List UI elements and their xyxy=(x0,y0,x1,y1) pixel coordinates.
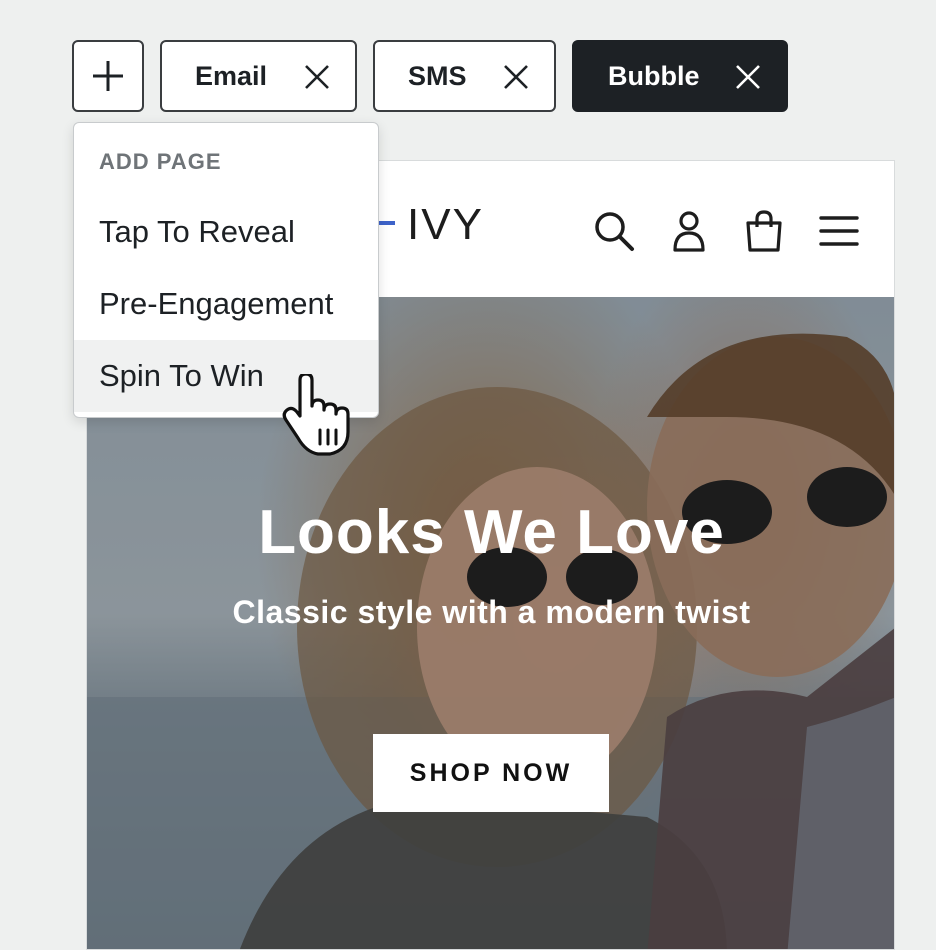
tab-email[interactable]: Email xyxy=(160,40,357,112)
search-icon[interactable] xyxy=(592,209,636,253)
hero-title: Looks We Love xyxy=(258,498,725,567)
tab-bubble[interactable]: Bubble xyxy=(572,40,788,112)
tab-email-label: Email xyxy=(195,60,268,91)
close-icon[interactable] xyxy=(304,64,330,90)
cart-icon[interactable] xyxy=(742,209,786,253)
shop-now-button[interactable]: SHOP NOW xyxy=(373,734,609,812)
menu-icon[interactable] xyxy=(817,209,861,253)
account-icon[interactable] xyxy=(667,209,711,253)
menu-item-pre-engagement[interactable]: Pre-Engagement xyxy=(74,268,378,340)
tab-bubble-label: Bubble xyxy=(608,60,700,91)
tab-sms[interactable]: SMS xyxy=(373,40,556,112)
site-logo[interactable]: IVY xyxy=(407,203,484,247)
dropdown-header: ADD PAGE xyxy=(99,149,222,174)
menu-item-tap-to-reveal[interactable]: Tap To Reveal xyxy=(74,196,378,268)
tab-sms-label: SMS xyxy=(408,60,467,91)
close-icon[interactable] xyxy=(503,64,529,90)
close-icon[interactable] xyxy=(735,64,761,90)
hero-subtitle: Classic style with a modern twist xyxy=(232,594,751,630)
plus-icon xyxy=(93,61,123,91)
hand-cursor-icon xyxy=(282,374,350,456)
add-page-button[interactable] xyxy=(72,40,144,112)
